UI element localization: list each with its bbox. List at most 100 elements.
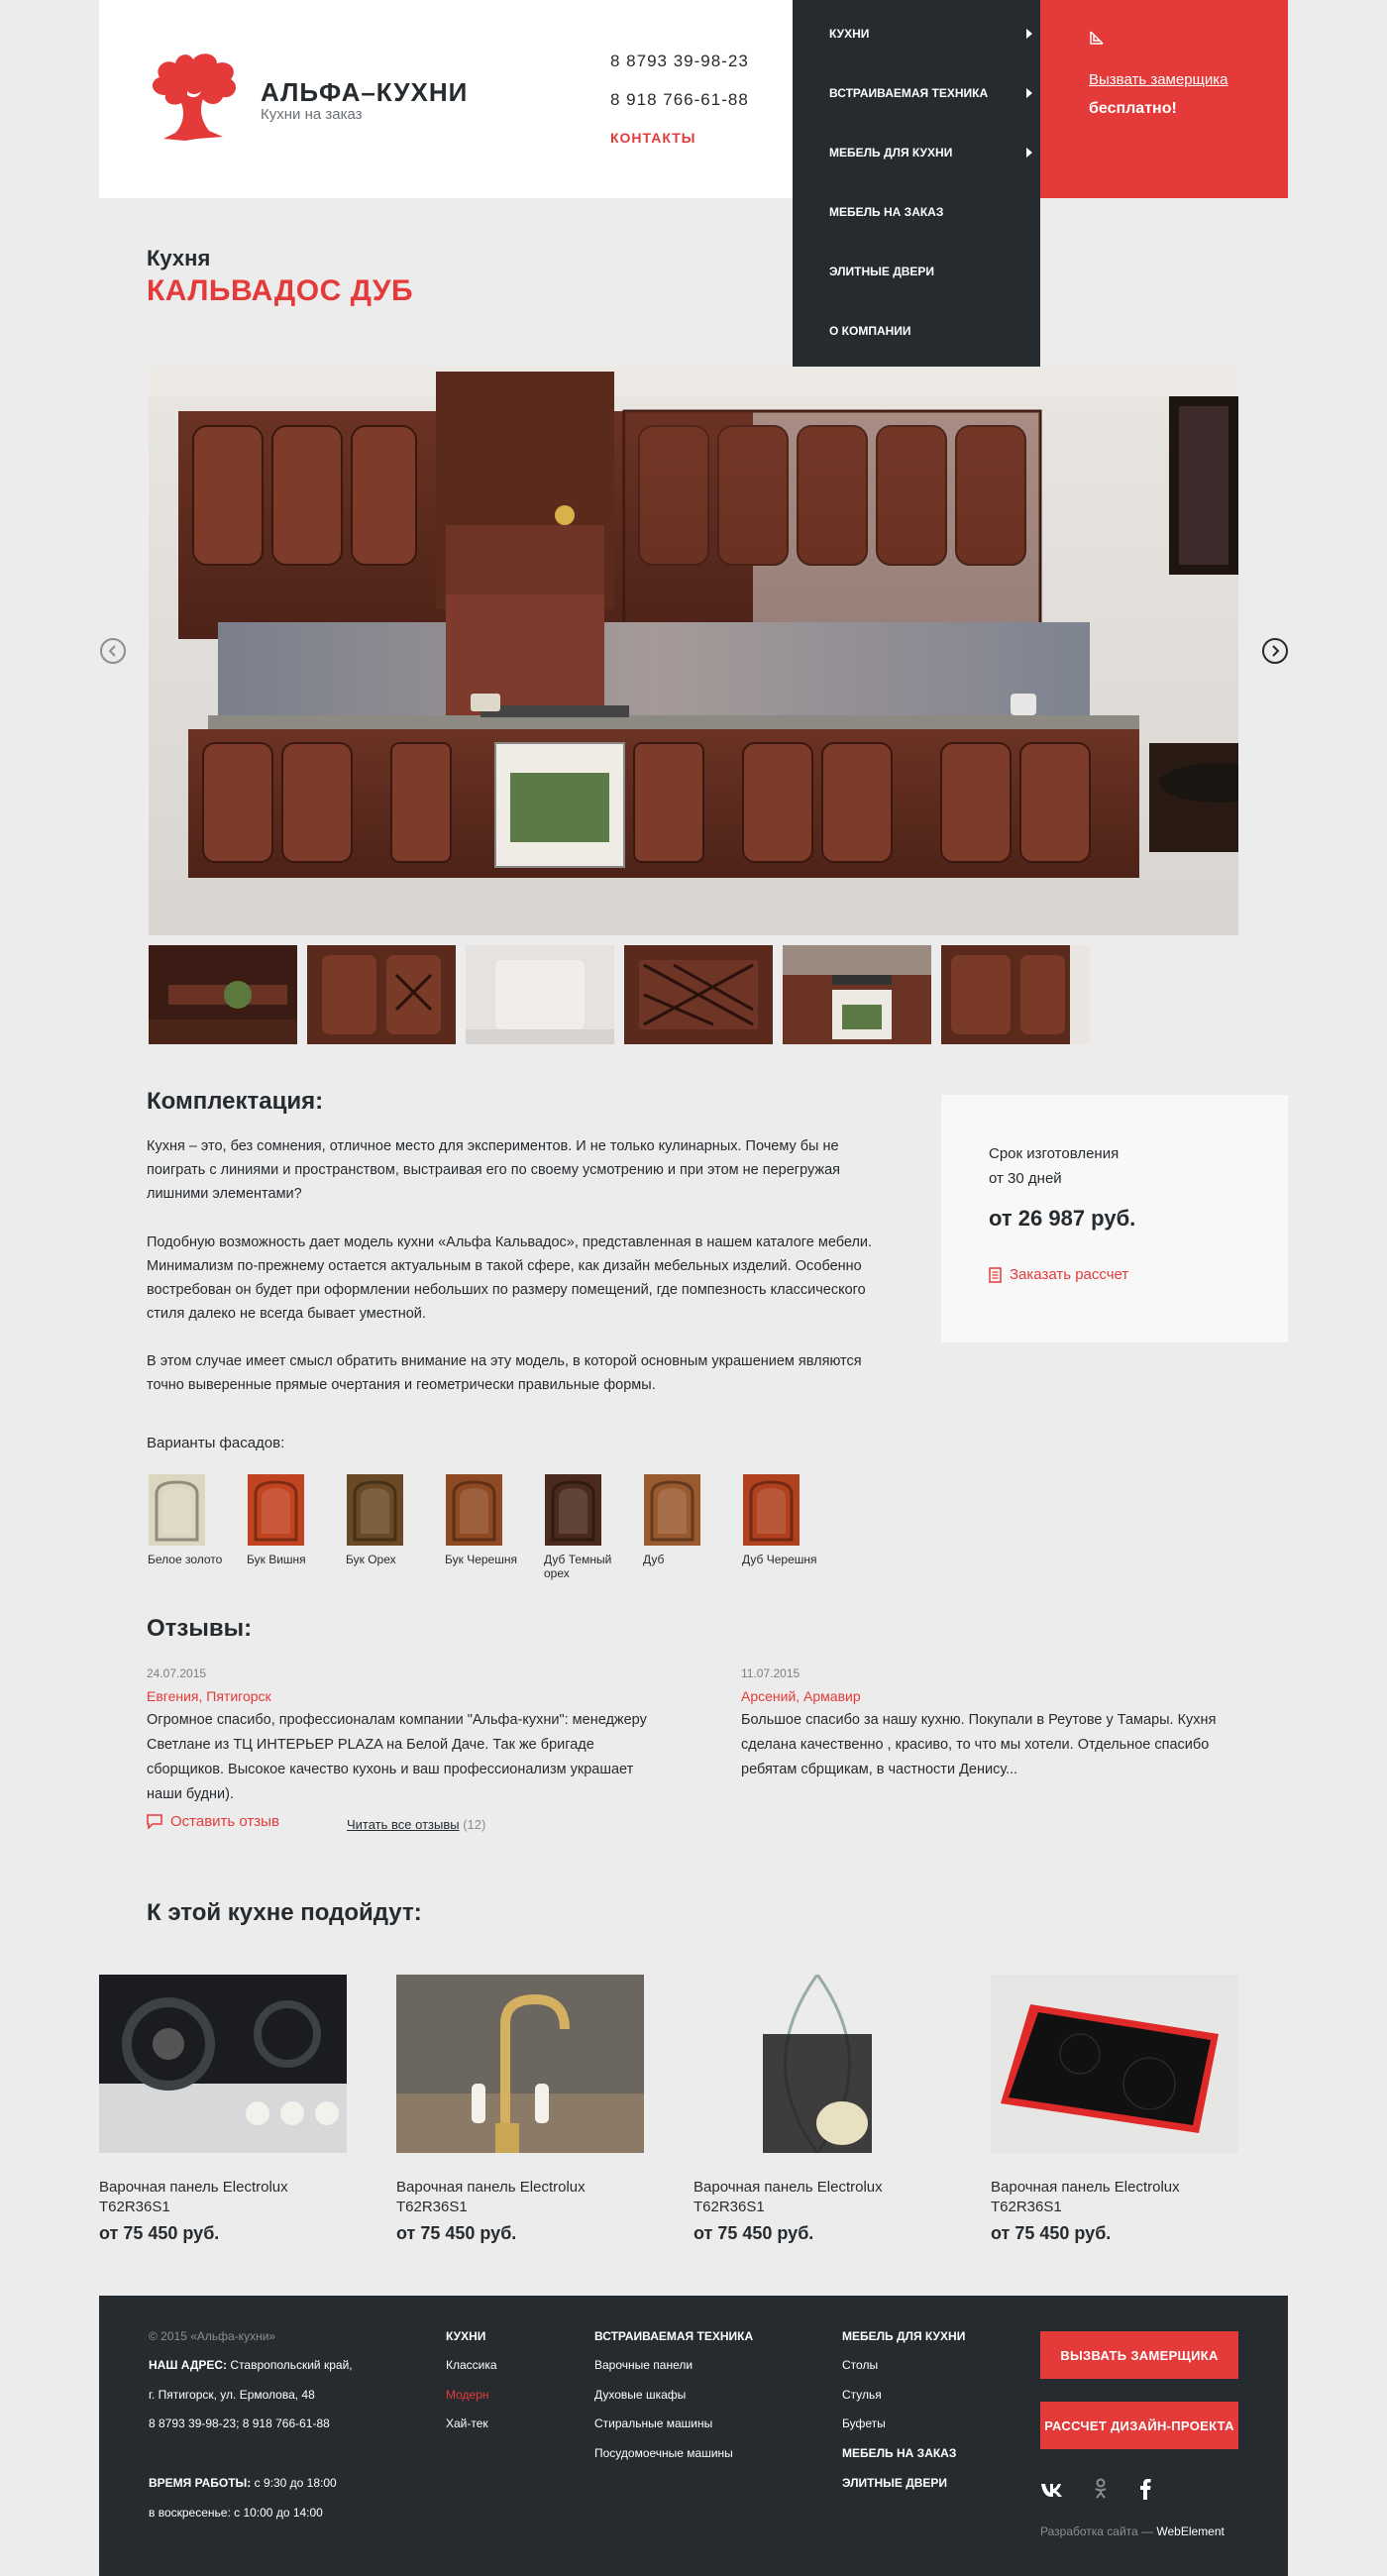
facade-label: Белое золото <box>148 1553 223 1566</box>
footer: © 2015 «Альфа-кухни» НАШ АДРЕС: Ставропо… <box>99 2296 1288 2576</box>
hours-sunday: в воскресенье: с 10:00 до 14:00 <box>149 2506 323 2520</box>
gallery-next-button[interactable] <box>1262 638 1288 664</box>
gallery-thumb[interactable] <box>149 945 297 1044</box>
footer-link-washers[interactable]: Стиральные машины <box>594 2416 712 2430</box>
footer-col-title-appliances[interactable]: ВСТРАИВАЕМАЯ ТЕХНИКА <box>594 2329 753 2343</box>
product-image[interactable] <box>694 1975 941 2153</box>
reviews-count: (12) <box>463 1817 486 1832</box>
product-category: Кухня <box>147 246 211 270</box>
copyright: © 2015 «Альфа-кухни» <box>149 2329 276 2343</box>
menu-item-label: ЭЛИТНЫЕ ДВЕРИ <box>829 265 935 278</box>
vk-icon[interactable] <box>1040 2481 1066 2499</box>
call-measurer-link[interactable]: Вызвать замерщика <box>1089 71 1228 88</box>
cta-free-label: бесплатно! <box>1089 100 1177 117</box>
term-label: Срок изготовления <box>989 1145 1120 1162</box>
main-product-photo[interactable] <box>149 367 1238 935</box>
facade-swatch[interactable] <box>644 1474 700 1546</box>
gallery-thumb[interactable] <box>783 945 931 1044</box>
menu-item-custom-furniture[interactable]: МЕБЕЛЬ НА ЗАКАЗ <box>829 205 1017 219</box>
footer-link-chairs[interactable]: Стулья <box>842 2388 882 2402</box>
hours-label: ВРЕМЯ РАБОТЫ: <box>149 2476 252 2490</box>
read-all-label: Читать все отзывы <box>347 1817 460 1832</box>
working-hours: ВРЕМЯ РАБОТЫ: с 9:30 до 18:00 <box>149 2476 337 2490</box>
phone-2[interactable]: 8 918 766-61-88 <box>610 90 749 110</box>
phone-1[interactable]: 8 8793 39-98-23 <box>610 52 749 71</box>
product-image[interactable] <box>991 1975 1238 2153</box>
menu-item-label: МЕБЕЛЬ НА ЗАКАЗ <box>829 205 944 219</box>
footer-link-classic[interactable]: Классика <box>446 2358 497 2372</box>
footer-link-dishwashers[interactable]: Посудомоечные машины <box>594 2446 733 2460</box>
gallery-thumb[interactable] <box>941 945 1090 1044</box>
product-name[interactable]: Варочная панель Electrolux T62R36S1 <box>99 2178 347 2217</box>
facade-label: Дуб Темный орех <box>544 1553 612 1580</box>
footer-link-elite-doors[interactable]: ЭЛИТНЫЕ ДВЕРИ <box>842 2476 947 2490</box>
footer-link-buffets[interactable]: Буфеты <box>842 2416 886 2430</box>
menu-item-elite-doors[interactable]: ЭЛИТНЫЕ ДВЕРИ <box>829 265 1017 278</box>
footer-link-ovens[interactable]: Духовые шкафы <box>594 2388 686 2402</box>
brand-tagline: Кухни на заказ <box>261 106 363 123</box>
footer-link-hobs[interactable]: Варочные панели <box>594 2358 693 2372</box>
read-all-reviews-link[interactable]: Читать все отзывы (12) <box>347 1817 485 1832</box>
gallery-thumb[interactable] <box>307 945 456 1044</box>
page-title: КАЛЬВАДОС ДУБ <box>147 274 414 307</box>
footer-phones: 8 8793 39-98-23; 8 918 766-61-88 <box>149 2416 330 2430</box>
address-line: г. Пятигорск, ул. Ермолова, 48 <box>149 2388 315 2402</box>
review-text: Огромное спасибо, профессионалам компани… <box>147 1712 647 1802</box>
reviews-heading: Отзывы: <box>147 1615 253 1642</box>
facade-swatch[interactable] <box>149 1474 205 1546</box>
gallery-thumb[interactable] <box>624 945 773 1044</box>
review-author[interactable]: Арсений, Армавир <box>741 1688 1246 1704</box>
facade-label: Бук Вишня <box>247 1553 306 1566</box>
order-calculation-link[interactable]: Заказать рассчет <box>989 1266 1128 1283</box>
menu-item-appliances[interactable]: ВСТРАИВАЕМАЯ ТЕХНИКА <box>829 86 1032 100</box>
review-text: Большое спасибо за нашу кухню. Покупали … <box>741 1712 1217 1777</box>
menu-item-about[interactable]: О КОМПАНИИ <box>829 324 1017 338</box>
gallery-thumb[interactable] <box>466 945 614 1044</box>
product-price: от 75 450 руб. <box>991 2223 1112 2243</box>
facade-label: Бук Черешня <box>445 1553 517 1566</box>
design-calc-button[interactable]: РАССЧЕТ ДИЗАЙН-ПРОЕКТА <box>1040 2402 1238 2449</box>
gallery-prev-button[interactable] <box>100 638 126 664</box>
menu-item-label: О КОМПАНИИ <box>829 324 911 338</box>
product-name[interactable]: Варочная панель Electrolux T62R36S1 <box>396 2178 644 2217</box>
menu-item-kitchen-furniture[interactable]: МЕБЕЛЬ ДЛЯ КУХНИ <box>829 146 1032 160</box>
facades-label: Варианты фасадов: <box>147 1435 285 1451</box>
measure-cta-panel <box>1040 0 1288 198</box>
facade-swatch[interactable] <box>446 1474 502 1546</box>
submenu-arrow-icon <box>1026 148 1032 158</box>
brand-name[interactable]: АЛЬФА–КУХНИ <box>261 77 468 108</box>
contacts-link[interactable]: КОНТАКТЫ <box>610 130 695 146</box>
review-author[interactable]: Евгения, Пятигорск <box>147 1688 652 1704</box>
developer-credit[interactable]: Разработка сайта — WebElement <box>1040 2524 1225 2538</box>
facade-swatch[interactable] <box>545 1474 601 1546</box>
description-paragraph: Кухня – это, без сомнения, отличное мест… <box>147 1138 841 1202</box>
footer-link-tables[interactable]: Столы <box>842 2358 878 2372</box>
product-price: от 26 987 руб. <box>989 1206 1136 1231</box>
facade-label: Дуб Черешня <box>742 1553 817 1566</box>
call-measurer-button[interactable]: ВЫЗВАТЬ ЗАМЕРЩИКА <box>1040 2331 1238 2379</box>
product-image[interactable] <box>396 1975 644 2153</box>
product-image[interactable] <box>99 1975 347 2153</box>
leave-review-button[interactable]: Оставить отзыв <box>147 1813 279 1830</box>
footer-col-title-furniture[interactable]: МЕБЕЛЬ ДЛЯ КУХНИ <box>842 2329 965 2343</box>
description-paragraph: В этом случае имеет смысл обратить внима… <box>147 1353 862 1393</box>
facade-swatch[interactable] <box>743 1474 800 1546</box>
review-item: 11.07.2015 Арсений, Армавир Большое спас… <box>741 1666 1246 1782</box>
product-name[interactable]: Варочная панель Electrolux T62R36S1 <box>694 2178 941 2217</box>
facebook-icon[interactable] <box>1139 2478 1151 2500</box>
brand-logo[interactable] <box>144 50 243 145</box>
menu-item-kitchens[interactable]: КУХНИ <box>829 27 1032 41</box>
product-price: от 75 450 руб. <box>694 2223 814 2243</box>
facade-swatch[interactable] <box>347 1474 403 1546</box>
main-menu: КУХНИ ВСТРАИВАЕМАЯ ТЕХНИКА МЕБЕЛЬ ДЛЯ КУ… <box>793 0 1040 367</box>
menu-item-label: ВСТРАИВАЕМАЯ ТЕХНИКА <box>829 86 989 100</box>
product-name[interactable]: Варочная панель Electrolux T62R36S1 <box>991 2178 1238 2217</box>
odnoklassniki-icon[interactable] <box>1094 2478 1108 2500</box>
facade-swatch[interactable] <box>248 1474 304 1546</box>
dev-name: WebElement <box>1156 2524 1225 2538</box>
footer-link-hitech[interactable]: Хай-тек <box>446 2416 488 2430</box>
footer-link-custom-furniture[interactable]: МЕБЕЛЬ НА ЗАКАЗ <box>842 2446 956 2460</box>
footer-col-title-kitchens[interactable]: КУХНИ <box>446 2329 485 2343</box>
footer-link-modern[interactable]: Модерн <box>446 2388 489 2402</box>
review-date: 24.07.2015 <box>147 1666 207 1680</box>
